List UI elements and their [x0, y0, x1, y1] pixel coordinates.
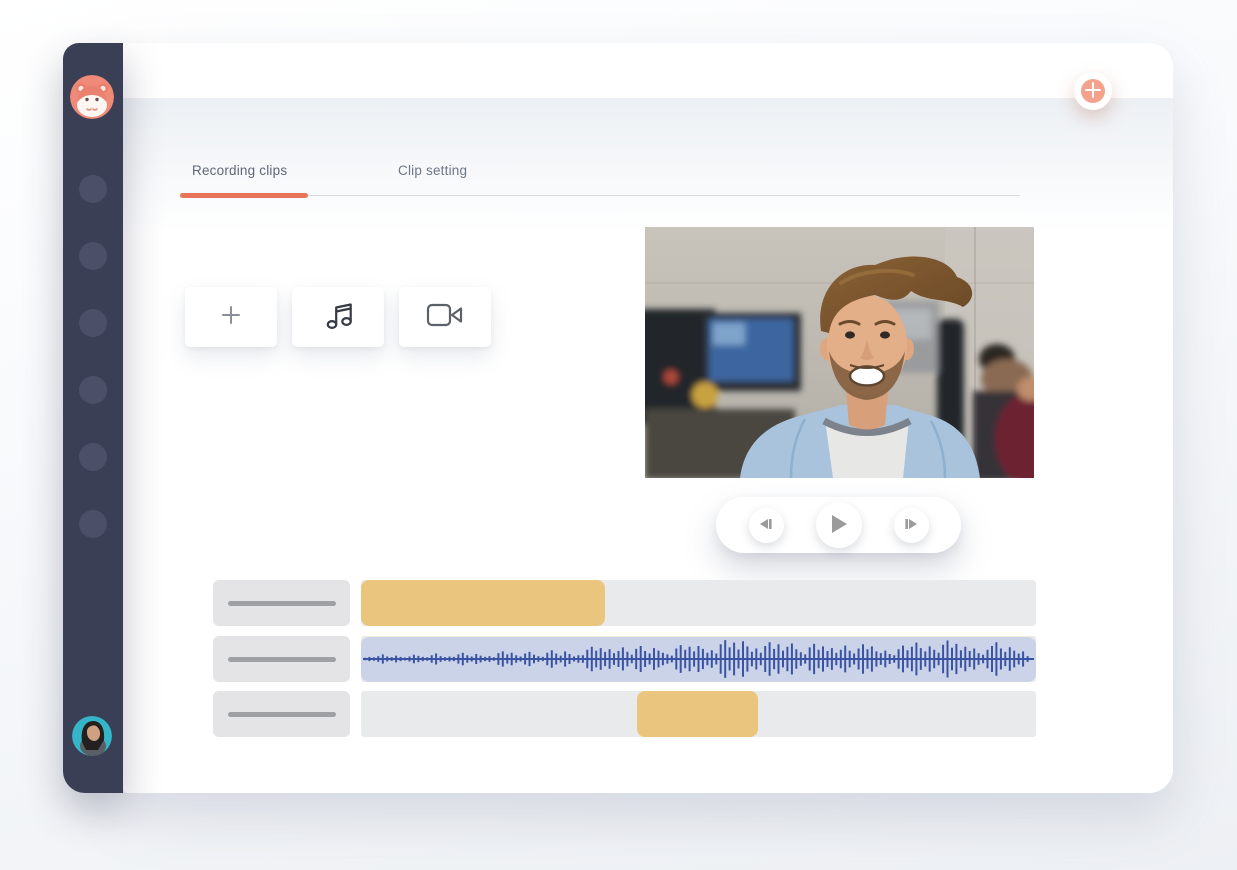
playback-controls — [716, 497, 961, 553]
plus-icon — [1084, 81, 1102, 102]
track-drag-handle[interactable] — [213, 580, 350, 626]
sidebar-item-5[interactable] — [79, 443, 107, 471]
tab-clip-setting[interactable]: Clip setting — [398, 163, 467, 193]
add-audio-button[interactable] — [292, 287, 384, 347]
step-forward-button[interactable] — [894, 508, 929, 543]
voice-waveform-clip[interactable] — [361, 636, 1036, 682]
timeline-track-row — [123, 691, 1173, 737]
clip-toolbar — [185, 287, 491, 347]
audio-clip-1[interactable] — [361, 580, 605, 626]
video-camera-icon — [425, 300, 465, 335]
video-frame-illustration — [645, 227, 1034, 478]
track-lane[interactable] — [361, 691, 1036, 737]
add-video-button[interactable] — [399, 287, 491, 347]
play-button[interactable] — [816, 502, 862, 548]
sidebar-item-4[interactable] — [79, 376, 107, 404]
tab-recording-clips[interactable]: Recording clips — [192, 163, 287, 193]
step-backward-button[interactable] — [749, 508, 784, 543]
drag-handle-line — [228, 657, 336, 662]
new-recording-button[interactable] — [1074, 72, 1112, 110]
plus-icon — [219, 303, 243, 332]
timeline-track-row — [123, 636, 1173, 682]
track-drag-handle[interactable] — [213, 691, 350, 737]
sidebar-item-2[interactable] — [79, 242, 107, 270]
user-avatar[interactable] — [72, 716, 112, 756]
step-backward-icon — [759, 518, 773, 533]
step-forward-icon — [904, 518, 918, 533]
drag-handle-line — [228, 712, 336, 717]
track-lane[interactable] — [361, 580, 1036, 626]
sidebar — [63, 43, 123, 793]
audio-clip-2[interactable] — [637, 691, 758, 737]
track-lane[interactable] — [361, 636, 1036, 682]
app-screen: Recording clips Clip setting — [0, 0, 1237, 870]
audio-waveform — [361, 636, 1036, 682]
sidebar-item-3[interactable] — [79, 309, 107, 337]
music-note-icon — [320, 297, 356, 338]
active-tab-indicator — [180, 193, 308, 198]
sidebar-item-6[interactable] — [79, 510, 107, 538]
monkey-logo-icon[interactable] — [70, 75, 114, 119]
drag-handle-line — [228, 601, 336, 606]
sidebar-item-1[interactable] — [79, 175, 107, 203]
add-clip-button[interactable] — [185, 287, 277, 347]
tab-bar: Recording clips Clip setting — [180, 163, 1020, 199]
app-window: Recording clips Clip setting — [123, 43, 1173, 793]
play-icon — [830, 514, 848, 537]
timeline-track-row — [123, 580, 1173, 626]
track-drag-handle[interactable] — [213, 636, 350, 682]
video-preview — [645, 227, 1034, 478]
